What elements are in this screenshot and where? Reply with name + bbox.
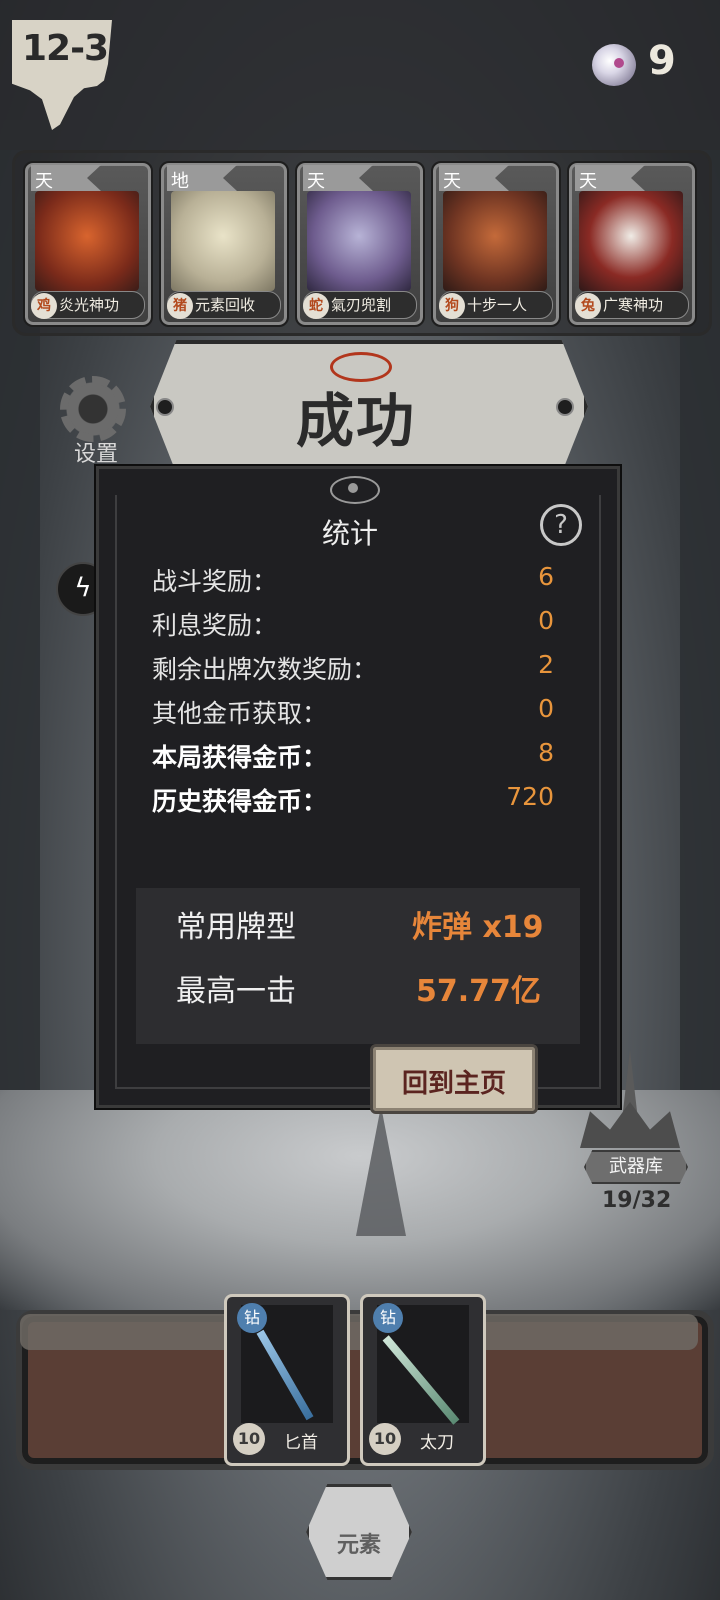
card-name: 十步一人: [467, 296, 528, 314]
stat-row: 战斗奖励： 6: [152, 562, 562, 602]
stat-value: 0: [538, 606, 554, 635]
snake-portrait: [307, 191, 411, 291]
settings-label[interactable]: 设置: [74, 436, 118, 468]
gem-icon: [592, 44, 636, 86]
card-name: 广寒神功: [603, 296, 664, 314]
crown-shape: [580, 1102, 680, 1148]
common-hand-label: 常用牌型: [176, 910, 296, 945]
boar-portrait: [171, 191, 275, 291]
team-card[interactable]: 天 兔 广寒神功: [567, 161, 697, 327]
weapon-library-icon[interactable]: [570, 1050, 690, 1160]
stat-row: 利息奖励： 0: [152, 606, 562, 646]
dagger-blade: [256, 1329, 314, 1421]
stat-value: 2: [538, 650, 554, 679]
rooster-portrait: [35, 191, 139, 291]
return-home-button[interactable]: 回到主页: [370, 1044, 538, 1114]
stat-label: 战斗奖励：: [152, 567, 278, 596]
common-hand-value: 炸弹 x19: [412, 910, 544, 945]
zodiac-badge: 猪: [167, 293, 193, 319]
stat-value: 0: [538, 694, 554, 723]
zodiac-badge: 蛇: [303, 293, 329, 319]
zodiac-badge: 兔: [575, 293, 601, 319]
team-card[interactable]: 地 猪 元素回收: [159, 161, 289, 327]
weapon-level: 10: [233, 1423, 265, 1455]
stat-label: 其他金币获取：: [152, 699, 328, 728]
return-home-label: 回到主页: [401, 1069, 506, 1099]
weapon-level: 10: [369, 1423, 401, 1455]
katana-blade: [382, 1335, 460, 1425]
stat-label: 本局获得金币：: [152, 743, 328, 772]
panel-eye-icon: [330, 476, 380, 504]
stat-value: 720: [506, 782, 554, 811]
stat-row-history: 历史获得金币： 720: [152, 782, 562, 822]
gem-count: 9: [648, 38, 676, 84]
success-title: 成功: [296, 387, 417, 455]
card-tier: 地: [171, 171, 189, 192]
card-tier: 天: [579, 171, 597, 192]
stat-value: 8: [538, 738, 554, 767]
best-hit-label: 最高一击: [176, 974, 296, 1009]
rabbit-portrait: [579, 191, 683, 291]
stat-row: 剩余出牌次数奖励： 2: [152, 650, 562, 690]
card-name: 炎光神功: [59, 296, 120, 314]
stat-value: 6: [538, 562, 554, 591]
stat-label: 剩余出牌次数奖励：: [152, 655, 378, 684]
gear-icon[interactable]: [60, 376, 126, 442]
dog-portrait: [443, 191, 547, 291]
weapon-name: 匕首: [284, 1433, 318, 1453]
banner-rivet-left: [156, 398, 174, 416]
card-tier: 天: [35, 171, 53, 192]
card-name: 元素回收: [195, 296, 256, 314]
card-name: 氣刃兜割: [331, 296, 392, 314]
zodiac-badge: 鸡: [31, 293, 57, 319]
card-tier: 天: [307, 171, 325, 192]
zodiac-badge: 狗: [439, 293, 465, 319]
stats-title: 统计: [322, 517, 379, 550]
element-button[interactable]: 元素: [306, 1484, 412, 1580]
weapon-card[interactable]: 钻 10 匕首: [224, 1294, 350, 1466]
card-tier: 天: [443, 171, 461, 192]
help-icon[interactable]: ?: [540, 504, 582, 546]
team-card[interactable]: 天 狗 十步一人: [431, 161, 561, 327]
stat-label: 历史获得金币：: [152, 787, 328, 816]
diamond-badge: 钻: [373, 1303, 403, 1333]
stat-row: 其他金币获取： 0: [152, 694, 562, 734]
team-card[interactable]: 天 蛇 氣刃兜割: [295, 161, 425, 327]
stat-row-total: 本局获得金币： 8: [152, 738, 562, 778]
weapon-name: 太刀: [420, 1433, 454, 1453]
weapon-card[interactable]: 钻 10 太刀: [360, 1294, 486, 1466]
element-label: 元素: [336, 1533, 381, 1558]
diamond-badge: 钻: [237, 1303, 267, 1333]
banner-rivet-right: [556, 398, 574, 416]
stat-label: 利息奖励：: [152, 611, 278, 640]
weapon-library-label[interactable]: 武器库: [584, 1150, 688, 1184]
weapon-tray-lid: [20, 1314, 698, 1350]
team-card-bar: 天 鸡 炎光神功 地 猪 元素回收 天 蛇 氣刃兜割 天 狗 十步一人 天 兔 …: [12, 150, 712, 336]
weapon-library-count: 19/32: [602, 1188, 672, 1213]
team-card[interactable]: 天 鸡 炎光神功: [23, 161, 153, 327]
best-hit-value: 57.77亿: [416, 974, 541, 1009]
level-text: 12-3: [22, 28, 109, 69]
